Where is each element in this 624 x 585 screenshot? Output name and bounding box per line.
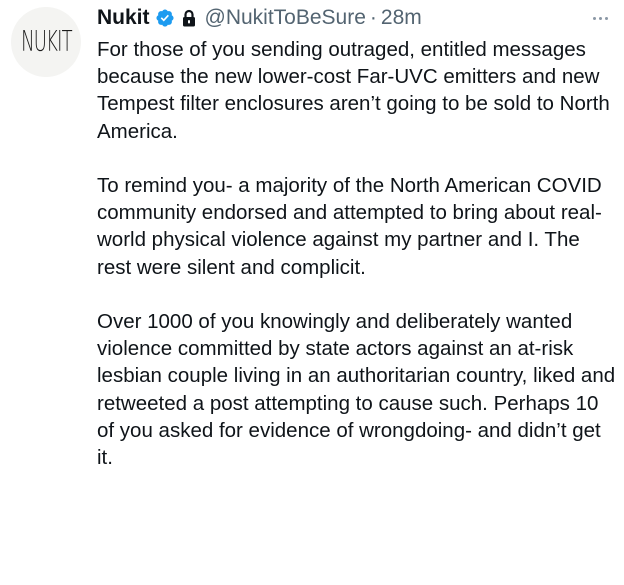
display-name[interactable]: Nukit <box>97 6 150 30</box>
tweet-paragraph: To remind you- a majority of the North A… <box>97 174 602 279</box>
avatar[interactable]: NUKIT <box>11 7 81 77</box>
lock-icon <box>181 9 197 27</box>
more-dot <box>592 16 596 20</box>
more-dot <box>598 16 602 20</box>
tweet: NUKIT Nukit @NukitToBeSure · 28m For tho… <box>0 0 624 585</box>
avatar-logo-text: NUKIT <box>20 25 72 59</box>
user-handle[interactable]: @NukitToBeSure <box>205 6 366 30</box>
timestamp[interactable]: 28m <box>381 6 422 30</box>
tweet-header: Nukit @NukitToBeSure · 28m <box>97 5 422 31</box>
verified-badge-icon[interactable] <box>155 8 175 28</box>
tweet-paragraph: Over 1000 of you knowingly and deliberat… <box>97 310 616 470</box>
tweet-paragraph: For those of you sending outraged, entit… <box>97 38 610 143</box>
more-options-icon[interactable] <box>588 8 612 28</box>
more-dot <box>604 16 608 20</box>
tweet-text: For those of you sending outraged, entit… <box>97 36 617 498</box>
separator-dot: · <box>369 6 377 29</box>
